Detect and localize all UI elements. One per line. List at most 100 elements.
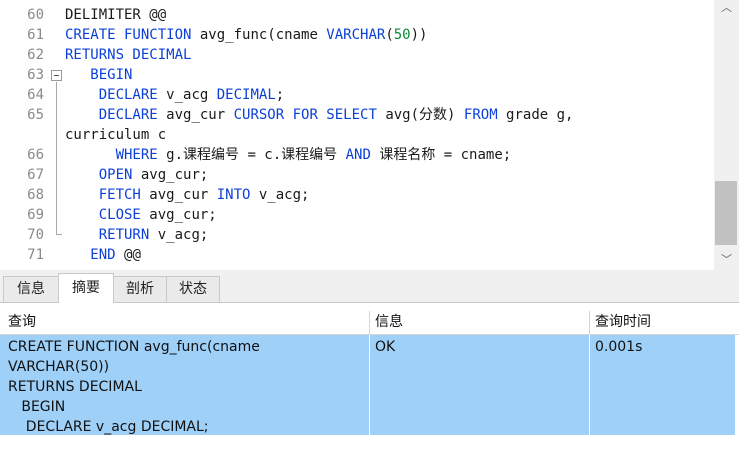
sql-text: avg_cur	[140, 187, 217, 203]
line-number: 64	[27, 87, 44, 103]
line-number: 68	[27, 187, 44, 203]
line-number: 70	[27, 227, 44, 243]
sql-keyword: DECIMAL	[216, 87, 276, 103]
sql-text: avg_cur	[157, 107, 234, 123]
column-header-query[interactable]: 查询	[8, 311, 36, 333]
code-text: DELIMITER @@	[65, 5, 166, 25]
chevron-down-icon[interactable]: ﹀	[714, 252, 739, 268]
code-text: BEGIN	[65, 65, 132, 85]
code-line[interactable]: 71 END @@	[0, 245, 714, 265]
sql-text: avg(分数)	[376, 107, 464, 123]
line-number: 61	[27, 27, 44, 43]
table-row[interactable]: CREATE FUNCTION avg_func(cname VARCHAR(5…	[0, 335, 735, 435]
code-text: RETURNS DECIMAL	[65, 45, 191, 65]
code-line[interactable]: 70 RETURN v_acg;	[0, 225, 714, 245]
code-text: RETURN v_acg;	[65, 225, 209, 245]
fold-guide-end	[56, 234, 62, 235]
sql-text: v_acg	[157, 87, 217, 103]
column-divider[interactable]	[369, 311, 370, 335]
sql-text: grade g,	[497, 107, 574, 123]
sql-text: curriculum c	[65, 127, 167, 143]
sql-text: avg_cur;	[132, 167, 209, 183]
cell-divider	[369, 335, 370, 435]
line-number: 65	[27, 107, 44, 123]
code-text: CLOSE avg_cur;	[65, 205, 217, 225]
code-text: OPEN avg_cur;	[65, 165, 209, 185]
cell-query: CREATE FUNCTION avg_func(cname VARCHAR(5…	[8, 339, 260, 435]
code-line[interactable]: 63 BEGIN	[0, 65, 714, 85]
sql-keyword: AND	[345, 147, 371, 163]
scrollbar-thumb[interactable]	[715, 181, 737, 245]
sql-text: DELIMITER @@	[65, 7, 167, 23]
code-line[interactable]: 65 DECLARE avg_cur CURSOR FOR SELECT avg…	[0, 105, 714, 125]
code-text: FETCH avg_cur INTO v_acg;	[65, 185, 310, 205]
sql-keyword: INTO	[216, 187, 251, 203]
sql-keyword: RETURNS DECIMAL	[65, 47, 192, 63]
tab-info[interactable]: 信息	[3, 276, 59, 303]
code-line[interactable]: 68 FETCH avg_cur INTO v_acg;	[0, 185, 714, 205]
column-header-info[interactable]: 信息	[375, 311, 403, 333]
code-text: DECLARE v_acg DECIMAL;	[65, 85, 284, 105]
column-divider[interactable]	[589, 311, 590, 335]
sql-keyword: WHERE	[115, 147, 158, 163]
sql-keyword: DECLARE	[98, 107, 158, 123]
code-line[interactable]: 66 WHERE g.课程编号 = c.课程编号 AND 课程名称 = cnam…	[0, 145, 714, 165]
sql-keyword: END	[90, 247, 116, 263]
sql-text: 课程名称 = cname;	[370, 147, 512, 163]
sql-keyword: CREATE FUNCTION	[65, 27, 192, 43]
column-header-query-time[interactable]: 查询时间	[595, 311, 651, 333]
line-number: 71	[27, 247, 44, 263]
code-text: END @@	[65, 245, 141, 265]
sql-keyword: CURSOR FOR SELECT	[233, 107, 377, 123]
line-number: 62	[27, 47, 44, 63]
sql-keyword: OPEN	[98, 167, 133, 183]
code-line[interactable]: 61 CREATE FUNCTION avg_func(cname VARCHAR…	[0, 25, 714, 45]
tab-summary[interactable]: 摘要	[58, 273, 114, 304]
line-number: 66	[27, 147, 44, 163]
fold-toggle-icon[interactable]	[51, 70, 62, 81]
line-number: 67	[27, 167, 44, 183]
sql-keyword: BEGIN	[90, 67, 133, 83]
summary-table: 查询 信息 查询时间 CREATE FUNCTION avg_func(cnam…	[0, 303, 739, 457]
code-line[interactable]: 69 CLOSE avg_cur;	[0, 205, 714, 225]
cell-info: OK	[375, 339, 396, 355]
code-line[interactable]: 64 DECLARE v_acg DECIMAL;	[0, 85, 714, 105]
code-line[interactable]: curriculum c	[0, 125, 714, 145]
line-number: 60	[27, 7, 44, 23]
sql-text: ))	[410, 27, 428, 43]
tab-status[interactable]: 状态	[166, 276, 220, 303]
sql-keyword: DECLARE	[98, 87, 158, 103]
code-line[interactable]: 67 OPEN avg_cur;	[0, 165, 714, 185]
sql-keyword: RETURN	[98, 227, 150, 243]
line-number: 63	[27, 67, 44, 83]
chevron-up-icon[interactable]: ︿	[714, 0, 739, 16]
tab-profile[interactable]: 剖析	[113, 276, 167, 303]
sql-text: avg_func(cname	[191, 27, 327, 43]
code-line[interactable]: 62 RETURNS DECIMAL	[0, 45, 714, 65]
code-text: curriculum c	[65, 125, 166, 145]
vertical-scrollbar[interactable]: ︿ ﹀	[714, 0, 739, 270]
line-number: 69	[27, 207, 44, 223]
sql-keyword: FETCH	[98, 187, 141, 203]
sql-text: ;	[275, 87, 285, 103]
sql-keyword: FROM	[463, 107, 498, 123]
sql-text: g.课程编号 = c.课程编号	[157, 147, 346, 163]
code-text: WHERE g.课程编号 = c.课程编号 AND 课程名称 = cname;	[65, 145, 512, 165]
sql-keyword: VARCHAR	[326, 27, 386, 43]
sql-text: v_acg;	[250, 187, 310, 203]
cell-divider	[589, 335, 590, 435]
sql-editor[interactable]: 60 DELIMITER @@ 61 CREATE FUNCTION avg_func…	[0, 0, 739, 270]
result-tab-bar: 信息 摘要 剖析 状态	[0, 270, 739, 304]
sql-text: avg_cur;	[140, 207, 217, 223]
code-line[interactable]: 60 DELIMITER @@	[0, 5, 714, 25]
cell-query-time: 0.001s	[595, 339, 643, 355]
